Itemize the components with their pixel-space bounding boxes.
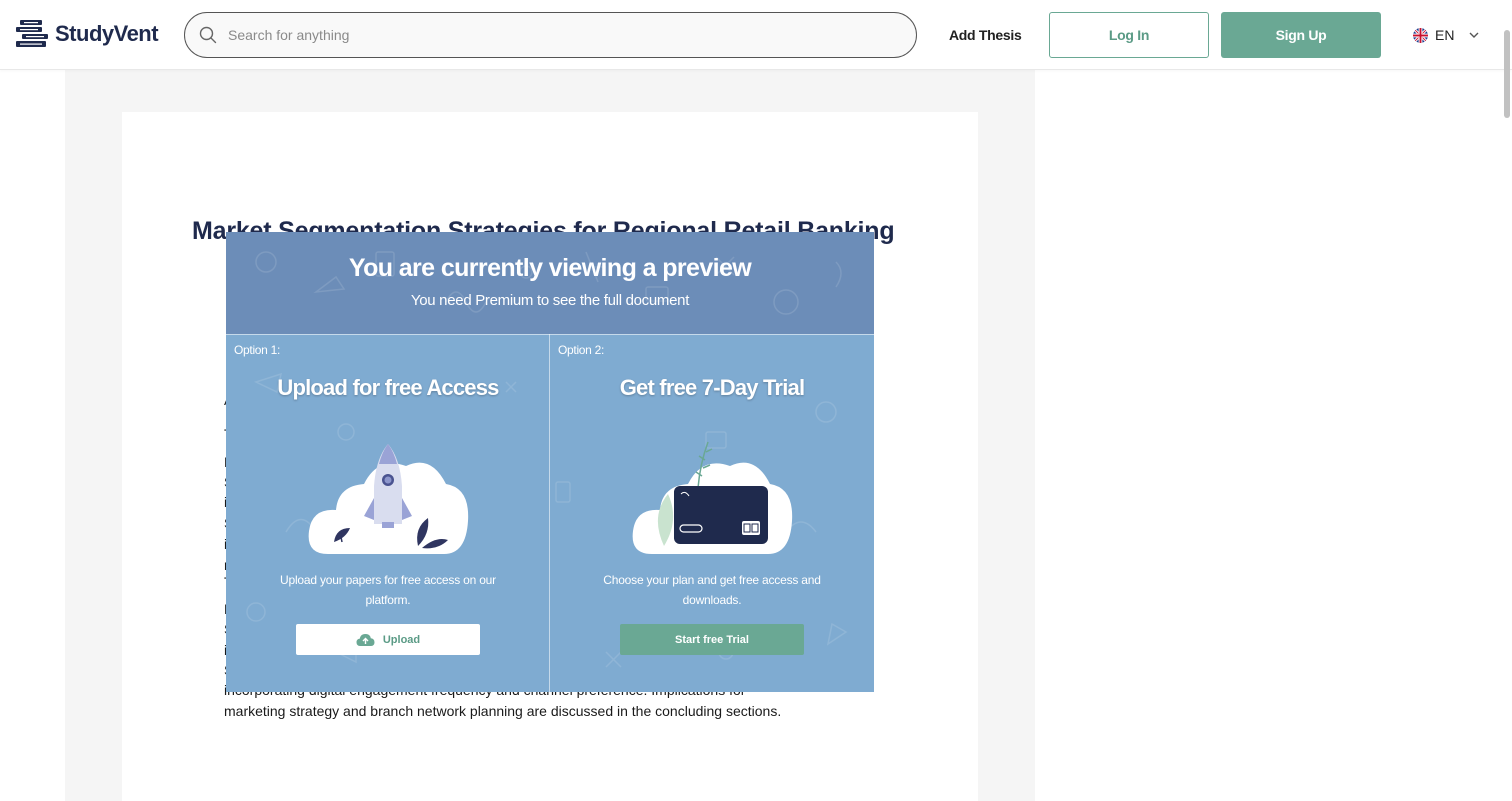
option-2-description: Choose your plan and get free access and…: [603, 573, 821, 607]
document-text-line: marketing strategy and branch network pl…: [224, 703, 782, 719]
top-navigation-bar: StudyVent Add Thesis Log In Sign Up EN: [0, 0, 1512, 70]
search-icon: [199, 26, 217, 44]
preview-paywall-overlay: You are currently viewing a preview You …: [226, 232, 874, 692]
search-input[interactable]: [228, 27, 878, 43]
rocket-illustration: [308, 444, 469, 554]
upload-button-label: Upload: [382, 633, 421, 646]
search-bar[interactable]: [184, 12, 917, 58]
signup-button[interactable]: Sign Up: [1221, 12, 1381, 58]
chevron-down-icon: [1469, 32, 1479, 38]
preview-subtitle: You need Premium to see the full documen…: [410, 292, 690, 309]
credit-card-illustration: [632, 441, 793, 554]
add-thesis-link[interactable]: Add Thesis: [949, 27, 1022, 43]
cloud-upload-icon: [356, 633, 375, 646]
upload-button[interactable]: Upload: [296, 624, 480, 655]
option-2-label: Option 2:: [558, 343, 604, 357]
upload-option-card: Option 1: Upload for free Access Upload …: [226, 334, 550, 692]
logo-text: StudyVent: [55, 21, 159, 46]
preview-title: You are currently viewing a preview: [348, 254, 752, 282]
option-1-label: Option 1:: [234, 343, 280, 357]
logo-books-icon: [16, 20, 48, 47]
page-scrollbar[interactable]: [1504, 30, 1510, 118]
uk-flag-icon: [1413, 27, 1428, 43]
start-trial-button[interactable]: Start free Trial: [620, 624, 804, 655]
language-label: EN: [1435, 27, 1455, 43]
language-selector[interactable]: EN: [1413, 27, 1480, 43]
trial-option-card: Option 2: Get free 7-Day Trial Choose yo…: [550, 334, 874, 692]
option-1-description: Upload your papers for free access on ou…: [280, 573, 496, 607]
option-1-heading: Upload for free Access: [277, 375, 499, 400]
studyvent-logo[interactable]: StudyVent: [16, 18, 159, 50]
option-2-heading: Get free 7-Day Trial: [619, 375, 805, 400]
login-button[interactable]: Log In: [1049, 12, 1209, 58]
